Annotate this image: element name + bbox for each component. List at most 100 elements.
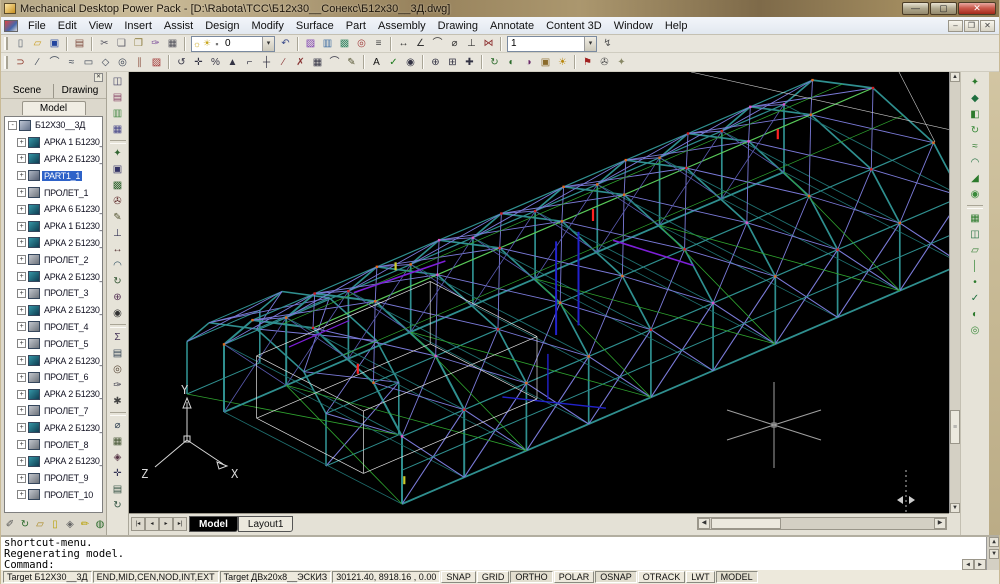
expand-icon[interactable]: + <box>17 440 26 449</box>
drawing-viewport[interactable]: YZX <box>129 72 949 513</box>
rectangle-icon[interactable]: ▭ <box>80 55 97 70</box>
expand-icon[interactable]: + <box>17 306 26 315</box>
command-prompt[interactable]: Command: <box>4 560 983 571</box>
tree-item-арка 2 б1230_8[interactable]: +АРКА 2 Б1230_8 <box>5 419 102 436</box>
mdi-restore-button[interactable]: ❐ <box>964 20 979 32</box>
fillet-icon[interactable]: ⌒ <box>326 55 343 70</box>
expand-icon[interactable]: + <box>17 272 26 281</box>
tree-item-арка 1 б1230_1[interactable]: +АРКА 1 Б1230_1 <box>5 134 102 151</box>
move-icon[interactable]: ✛ <box>190 55 207 70</box>
circle-icon[interactable]: ◎ <box>114 55 131 70</box>
erase-browser-icon[interactable]: ✐ <box>3 517 17 532</box>
menu-edit[interactable]: Edit <box>52 19 83 33</box>
layer-manager-icon[interactable]: ▥ <box>319 36 336 51</box>
tree-item-арка 2 б1230_6[interactable]: +АРКА 2 Б1230_6 <box>5 352 102 369</box>
mdi-minimize-button[interactable]: – <box>948 20 963 32</box>
text-icon[interactable]: A <box>368 55 385 70</box>
annotation-view-icon[interactable]: ✑ <box>109 378 127 394</box>
expand-icon[interactable]: + <box>17 406 26 415</box>
toggle-snap[interactable]: SNAP <box>441 571 476 583</box>
document-window-icon[interactable] <box>4 20 18 32</box>
tree-item-пролет_4[interactable]: +ПРОЛЕТ_4 <box>5 319 102 336</box>
tree-item-пролет_3[interactable]: +ПРОЛЕТ_3 <box>5 285 102 302</box>
toggle-lwt[interactable]: LWT <box>686 571 714 583</box>
desktop-browser-icon[interactable]: ◫ <box>109 74 127 90</box>
scroll-down-icon[interactable]: ▼ <box>950 503 960 513</box>
toggle-view-icon[interactable]: ◎ <box>964 323 986 339</box>
pan-icon[interactable]: ✚ <box>461 55 478 70</box>
expand-icon[interactable]: + <box>17 188 26 197</box>
combine-icon[interactable]: ⊕ <box>109 290 127 306</box>
expand-icon[interactable]: + <box>17 423 26 432</box>
tree-item-пролет_9[interactable]: +ПРОЛЕТ_9 <box>5 470 102 487</box>
power-dimension-icon[interactable]: ↔ <box>395 36 412 51</box>
layer-dropdown-arrow[interactable]: ▾ <box>262 37 274 51</box>
tab-nav-button-3[interactable]: ▸| <box>173 517 187 531</box>
toolbody-icon[interactable]: ▩ <box>109 178 127 194</box>
polygon-icon[interactable]: ◇ <box>97 55 114 70</box>
scale-icon[interactable]: % <box>207 55 224 70</box>
menu-modify[interactable]: Modify <box>245 19 289 33</box>
match-properties-icon[interactable]: ✑ <box>147 36 164 51</box>
bom-icon[interactable]: ▤ <box>109 346 127 362</box>
drawing-tool-icon[interactable]: ▥ <box>109 106 127 122</box>
expand-icon[interactable]: - <box>8 121 17 130</box>
menu-help[interactable]: Help <box>659 19 694 33</box>
layer-isolate-icon[interactable]: ◎ <box>353 36 370 51</box>
scene-tool-icon[interactable]: ▤ <box>109 90 127 106</box>
redraw-icon[interactable]: ↻ <box>109 498 127 514</box>
trim-icon[interactable]: ∕ <box>275 55 292 70</box>
menu-insert[interactable]: Insert <box>118 19 158 33</box>
light-icon[interactable]: ☀ <box>554 55 571 70</box>
toolbar-grip[interactable] <box>4 56 9 69</box>
save-icon[interactable]: ▣ <box>46 36 63 51</box>
menu-surface[interactable]: Surface <box>290 19 340 33</box>
expand-icon[interactable]: + <box>17 322 26 331</box>
open-folder-icon[interactable]: ▱ <box>29 36 46 51</box>
line-icon[interactable]: ∕ <box>29 55 46 70</box>
visibility-icon[interactable]: ◉ <box>109 306 127 322</box>
sketch-profile-icon[interactable]: ⊃ <box>12 55 29 70</box>
linetype-icon[interactable]: ≡ <box>370 36 387 51</box>
menu-part[interactable]: Part <box>340 19 372 33</box>
paste-icon[interactable]: ❐ <box>130 36 147 51</box>
folder-browser-icon[interactable]: ▱ <box>33 517 47 532</box>
horizontal-scroll-thumb[interactable] <box>711 518 781 529</box>
balloon-icon[interactable]: ◎ <box>109 362 127 378</box>
tree-item-пролет_2[interactable]: +ПРОЛЕТ_2 <box>5 251 102 268</box>
tree-item-арка 2 б1230_9[interactable]: +АРКА 2 Б1230_9 <box>5 453 102 470</box>
scroll-up-icon[interactable]: ▲ <box>950 72 960 82</box>
tree-item-пролет_7[interactable]: +ПРОЛЕТ_7 <box>5 403 102 420</box>
expand-icon[interactable]: + <box>17 238 26 247</box>
calculator-icon[interactable]: ▦ <box>109 434 127 450</box>
cut-icon[interactable]: ✂ <box>96 36 113 51</box>
fillet-feature-icon[interactable]: ◠ <box>964 155 986 171</box>
command-scroll-left-icon[interactable]: ◀ <box>962 559 974 570</box>
erase-icon[interactable]: ✗ <box>292 55 309 70</box>
assembly-catalog-icon[interactable]: ✦ <box>109 146 127 162</box>
command-line-area[interactable]: shortcut-menu. Regenerating model. Comma… <box>1 535 999 570</box>
tree-item-арка 2 б1230_4[interactable]: +АРКА 2 Б1230_4 <box>5 302 102 319</box>
tree-item-арка 2 б1230_7[interactable]: +АРКА 2 Б1230_7 <box>5 386 102 403</box>
dimension-view-icon[interactable]: ↔ <box>109 242 127 258</box>
menu-annotate[interactable]: Annotate <box>484 19 540 33</box>
revolve-icon[interactable]: ↻ <box>964 123 986 139</box>
layer-match-icon[interactable]: ▨ <box>302 36 319 51</box>
surface-tool-icon[interactable]: ◠ <box>109 258 127 274</box>
rotate-icon[interactable]: ↺ <box>173 55 190 70</box>
expand-icon[interactable]: + <box>17 289 26 298</box>
spellcheck-icon[interactable]: ✓ <box>385 55 402 70</box>
copy-icon[interactable]: ❏ <box>113 36 130 51</box>
highlight-browser-icon[interactable]: ✏ <box>78 517 92 532</box>
render-browser-icon[interactable]: ◈ <box>63 517 77 532</box>
browser-close-icon[interactable]: ✕ <box>94 73 103 82</box>
shade-icon[interactable]: ◑ <box>520 55 537 70</box>
tree-item-пролет_1[interactable]: +ПРОЛЕТ_1 <box>5 184 102 201</box>
tree-item-арка 2 б1230_2[interactable]: +АРКА 2 Б1230_2 <box>5 235 102 252</box>
datum-icon[interactable]: ⊥ <box>463 36 480 51</box>
viewport-canvas[interactable]: YZX <box>129 72 949 513</box>
measure-icon[interactable]: ⌀ <box>109 418 127 434</box>
tree-item-арка 6 б1230_1[interactable]: +АРКА 6 Б1230_1 <box>5 201 102 218</box>
tree-item-пролет_10[interactable]: +ПРОЛЕТ_10 <box>5 487 102 504</box>
new-file-icon[interactable]: ▯ <box>12 36 29 51</box>
